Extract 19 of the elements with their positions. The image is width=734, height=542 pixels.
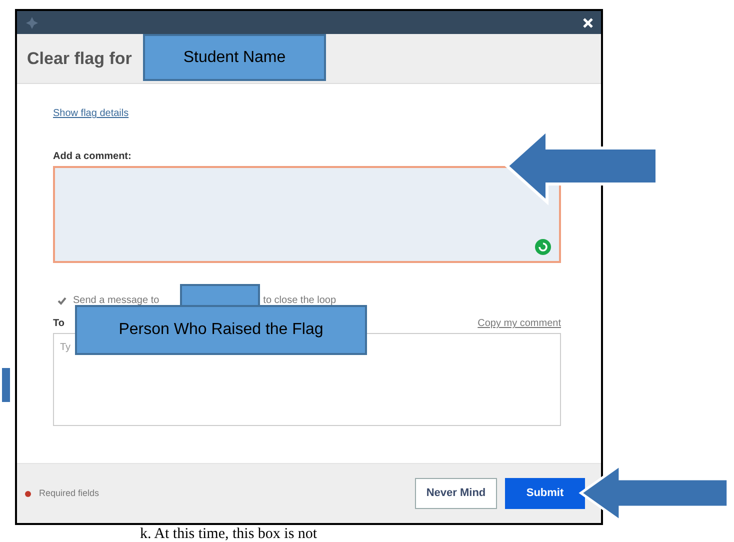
comment-label: Add a comment:: [53, 150, 132, 164]
cancel-button[interactable]: Never Mind: [415, 478, 497, 509]
caption: k. At this time, this box is not: [140, 526, 318, 542]
annotation-label: Student Name: [143, 34, 326, 81]
annotation-label: Person Who Raised the Flag: [75, 305, 367, 355]
close-icon[interactable]: [583, 18, 593, 28]
copy-comment-link[interactable]: Copy my comment: [478, 316, 561, 331]
show-details-link[interactable]: Show flag details: [53, 106, 129, 121]
logo-icon: [25, 16, 39, 30]
comment-field[interactable]: [53, 166, 561, 263]
to-label: To: [53, 317, 64, 331]
send-message-label: Send a message to: [73, 294, 160, 308]
submit-button[interactable]: Submit: [505, 478, 585, 509]
dialog-title: Clear flag for: [27, 48, 132, 70]
required-note: Required fields: [39, 486, 100, 500]
refresh-icon[interactable]: [535, 239, 551, 255]
checkbox[interactable]: [57, 296, 67, 306]
send-message-label: to close the loop: [263, 294, 336, 308]
annotation-shape: [0, 366, 12, 404]
